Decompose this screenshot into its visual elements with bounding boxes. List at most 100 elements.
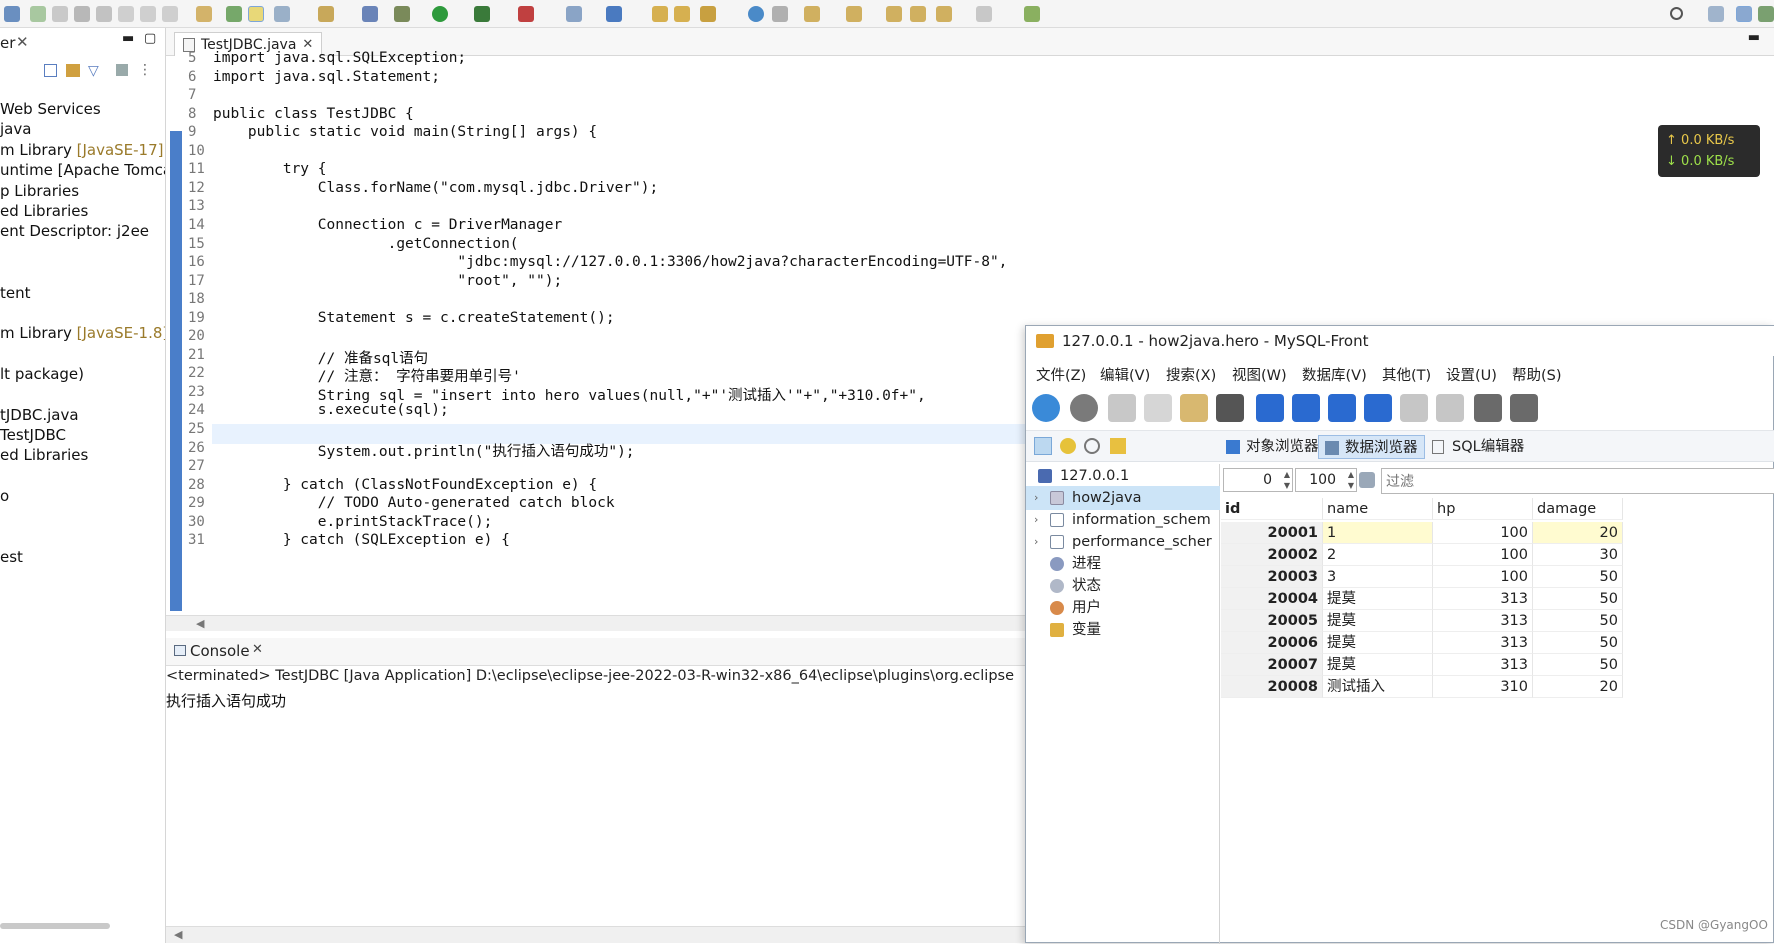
table-row[interactable]: 20006 提莫 313 50 — [1221, 632, 1774, 654]
code-line[interactable]: import java.sql.Statement; — [213, 69, 440, 85]
expand-icon[interactable]: › — [1034, 530, 1038, 554]
expand-icon[interactable]: › — [1034, 486, 1038, 510]
table-row[interactable]: 20007 提莫 313 50 — [1221, 654, 1774, 676]
table-row[interactable]: 20004 提莫 313 50 — [1221, 588, 1774, 610]
tree-item[interactable]: untime [Apache Tomca — [0, 161, 165, 179]
tree-item[interactable]: ent Descriptor: j2ee — [0, 222, 149, 240]
external-tools-icon[interactable] — [518, 6, 534, 22]
menu-help[interactable]: 帮助(S) — [1512, 364, 1562, 385]
table-cell-damage[interactable]: 20 — [1533, 522, 1623, 544]
code-line[interactable]: Connection c = DriverManager — [213, 217, 562, 233]
debug-run-icon[interactable] — [394, 6, 410, 22]
filter-input[interactable] — [1381, 468, 1774, 494]
pin-editor-icon[interactable] — [1024, 6, 1040, 22]
table-cell-id[interactable]: 20006 — [1221, 632, 1323, 654]
table-cell-hp[interactable]: 313 — [1433, 610, 1533, 632]
close-icon[interactable]: ✕ — [252, 642, 263, 657]
close-icon[interactable]: ✕ — [16, 33, 29, 51]
open-type-icon[interactable] — [652, 6, 668, 22]
column-header-name[interactable]: name — [1323, 498, 1433, 520]
toggle-mark-icon[interactable] — [226, 6, 242, 22]
last-record-icon[interactable] — [1364, 394, 1392, 422]
tree-node-performance-schema[interactable]: › performance_scher — [1026, 530, 1220, 554]
links-icon[interactable] — [1110, 438, 1126, 454]
menu-settings[interactable]: 设置(U) — [1446, 364, 1497, 385]
cut-icon[interactable] — [1108, 394, 1136, 422]
column-header-hp[interactable]: hp — [1433, 498, 1533, 520]
table-cell-damage[interactable]: 50 — [1533, 654, 1623, 676]
explorer-tab[interactable]: er ✕ ▬ ▢ — [0, 30, 165, 58]
perspective-open-icon[interactable] — [1708, 6, 1724, 22]
menu-file[interactable]: 文件(Z) — [1036, 364, 1086, 385]
table-cell-hp[interactable]: 100 — [1433, 566, 1533, 588]
code-line[interactable]: .getConnection( — [213, 236, 519, 252]
column-header-damage[interactable]: damage — [1533, 498, 1623, 520]
code-line[interactable]: System.out.println("执行插入语句成功"); — [213, 440, 635, 461]
tree-item[interactable]: Web Services — [0, 100, 101, 118]
tree-item[interactable]: est — [0, 548, 23, 566]
debug-icon[interactable] — [4, 6, 20, 22]
explorer-scrollbar[interactable] — [0, 923, 110, 929]
table-cell-damage[interactable]: 50 — [1533, 566, 1623, 588]
web-browser-icon[interactable] — [748, 6, 764, 22]
code-line[interactable]: s.execute(sql); — [213, 402, 449, 418]
copy-icon[interactable] — [1144, 394, 1172, 422]
step-return-icon[interactable] — [162, 6, 178, 22]
code-line[interactable]: Class.forName("com.mysql.jdbc.Driver"); — [213, 180, 658, 196]
scroll-left-icon[interactable]: ◀ — [174, 928, 182, 941]
cancel-icon[interactable] — [1510, 394, 1538, 422]
refresh-icon[interactable] — [1032, 394, 1060, 422]
code-line[interactable]: } catch (ClassNotFoundException e) { — [213, 477, 597, 493]
table-row[interactable]: 20003 3 100 50 — [1221, 566, 1774, 588]
menu-database[interactable]: 数据库(V) — [1302, 364, 1367, 385]
tree-node-processes[interactable]: 进程 — [1026, 552, 1220, 576]
tree-item[interactable]: tJDBC.java — [0, 406, 79, 424]
highlight-icon[interactable] — [248, 6, 264, 22]
open-task-icon[interactable] — [196, 6, 212, 22]
favorites-icon[interactable] — [1060, 438, 1076, 454]
collapse-all-icon[interactable] — [44, 64, 57, 77]
next-annotation-icon[interactable] — [804, 6, 820, 22]
last-edit-icon[interactable] — [886, 6, 902, 22]
resume-icon[interactable] — [30, 6, 46, 22]
table-cell-name[interactable]: 1 — [1323, 522, 1433, 544]
insert-record-icon[interactable] — [1400, 394, 1428, 422]
prev-annotation-icon[interactable] — [846, 6, 862, 22]
table-cell-damage[interactable]: 50 — [1533, 588, 1623, 610]
table-cell-hp[interactable]: 100 — [1433, 544, 1533, 566]
more-icon[interactable]: ⋮ — [138, 62, 152, 78]
expand-icon[interactable]: › — [1034, 508, 1038, 532]
tree-item[interactable]: TestJDBC — [0, 426, 66, 444]
table-cell-id[interactable]: 20005 — [1221, 610, 1323, 632]
link-editor-icon[interactable] — [66, 64, 80, 77]
step-over-icon[interactable] — [140, 6, 156, 22]
console-output[interactable]: <terminated> TestJDBC [Java Application]… — [166, 666, 1026, 926]
table-row[interactable]: 20002 2 100 30 — [1221, 544, 1774, 566]
menu-edit[interactable]: 编辑(V) — [1100, 364, 1150, 385]
perspective-jee-icon[interactable] — [1736, 6, 1752, 22]
tree-item[interactable]: m Library [JavaSE-1.8] — [0, 324, 165, 342]
limit-spinner[interactable]: 100 ▲ ▼ — [1295, 468, 1357, 492]
table-cell-name[interactable]: 2 — [1323, 544, 1433, 566]
editor-minimize-icon[interactable]: ▬ — [1748, 30, 1760, 45]
code-line[interactable]: Statement s = c.createStatement(); — [213, 310, 615, 326]
table-cell-damage[interactable]: 20 — [1533, 676, 1623, 698]
table-cell-id[interactable]: 20007 — [1221, 654, 1323, 676]
tree-node-variables[interactable]: 变量 — [1026, 618, 1220, 642]
tree-item[interactable]: ed Libraries — [0, 446, 88, 464]
table-cell-id[interactable]: 20001 — [1221, 522, 1323, 544]
tree-view-icon[interactable] — [1034, 437, 1052, 455]
history-icon[interactable] — [1084, 438, 1100, 454]
table-cell-hp[interactable]: 100 — [1433, 522, 1533, 544]
spinner-arrows-icon[interactable]: ▲ ▼ — [1284, 469, 1290, 491]
table-cell-id[interactable]: 20003 — [1221, 566, 1323, 588]
tree-node-how2java[interactable]: › how2java — [1026, 486, 1220, 510]
table-cell-hp[interactable]: 313 — [1433, 588, 1533, 610]
code-line[interactable]: try { — [213, 161, 327, 177]
suspend-icon[interactable] — [52, 6, 68, 22]
table-cell-hp[interactable]: 310 — [1433, 676, 1533, 698]
menu-other[interactable]: 其他(T) — [1382, 364, 1431, 385]
console-tab-label[interactable]: Console — [190, 642, 250, 660]
prev-record-icon[interactable] — [1292, 394, 1320, 422]
menu-search[interactable]: 搜索(X) — [1166, 364, 1216, 385]
